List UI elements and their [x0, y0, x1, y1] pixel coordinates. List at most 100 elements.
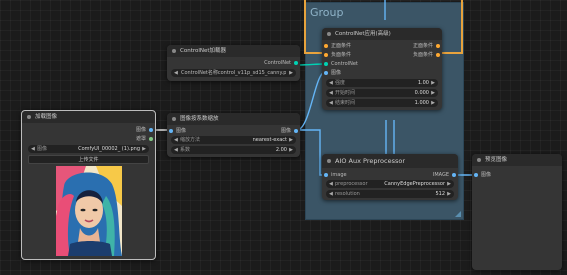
- strength-widget[interactable]: ◀ 强度 1.00 ▶: [326, 79, 438, 87]
- wire-upscale-to-aio: [297, 129, 325, 176]
- input-slot-image[interactable]: [324, 71, 328, 75]
- load-image-node[interactable]: 加载图像 图像 遮罩 ◀ 图像 ComfyUI_00002_ (1).png ▶…: [21, 110, 156, 260]
- upscale-title: 图像按系数缩放: [180, 116, 219, 122]
- collapse-dot-icon[interactable]: [477, 158, 481, 162]
- upscale-title-bar[interactable]: 图像按系数缩放: [167, 113, 300, 125]
- collapse-dot-icon[interactable]: [172, 49, 176, 53]
- resolution-value: 512: [435, 191, 445, 197]
- strength-label: 强度: [335, 80, 346, 86]
- prev-arrow-icon[interactable]: ◀: [31, 145, 35, 153]
- aio-title-bar[interactable]: AIO Aux Preprocessor: [322, 154, 458, 168]
- image-preview: [56, 166, 122, 256]
- preview-title-bar[interactable]: 预览图像: [472, 154, 562, 166]
- load-image-title: 加载图像: [35, 114, 58, 120]
- output-slot-positive[interactable]: [436, 44, 440, 48]
- scale-factor-value: 2.00: [275, 147, 287, 153]
- next-arrow-icon[interactable]: ▶: [447, 180, 451, 188]
- preview-title: 预览图像: [485, 157, 508, 163]
- controlnet-name-value: ControlNet名称control_v11p_sd15_canny.pth: [181, 70, 286, 76]
- controlnet-loader-title: ControlNet加载器: [180, 48, 227, 54]
- input-slot-image[interactable]: [169, 129, 173, 133]
- input-label-controlnet: ControlNet: [331, 61, 358, 67]
- input-label-image: 图像: [331, 70, 342, 76]
- start-time-widget[interactable]: ◀ 开始时间 0.000 ▶: [326, 89, 438, 97]
- increment-arrow-icon[interactable]: ▶: [289, 146, 293, 154]
- input-label-negative: 负面条件: [331, 52, 352, 58]
- controlnet-loader-node[interactable]: ControlNet加载器 ControlNet ◀ ControlNet名称c…: [167, 45, 300, 81]
- decrement-arrow-icon[interactable]: ◀: [329, 89, 333, 97]
- output-label-image: 图像: [135, 127, 146, 133]
- output-label-negative: 负面条件: [412, 52, 433, 58]
- output-slot-mask[interactable]: [149, 137, 153, 141]
- image-select-value: ComfyUI_00002_ (1).png: [78, 146, 140, 152]
- collapse-dot-icon[interactable]: [27, 115, 31, 119]
- input-label-positive: 正面条件: [331, 43, 352, 49]
- input-slot-image[interactable]: [474, 173, 478, 177]
- upload-button[interactable]: 上传文件: [28, 155, 149, 164]
- output-slot-negative[interactable]: [436, 53, 440, 57]
- controlnet-output-slot[interactable]: [294, 61, 298, 65]
- increment-arrow-icon[interactable]: ▶: [431, 79, 435, 87]
- strength-value: 1.00: [417, 80, 429, 86]
- upscale-node[interactable]: 图像按系数缩放 图像 图像 ◀ 缩放方法 nearest-exact ▶ ◀ 系…: [167, 113, 300, 157]
- resolution-widget[interactable]: ◀ resolution 512 ▶: [326, 190, 454, 198]
- image-select[interactable]: ◀ 图像 ComfyUI_00002_ (1).png ▶: [28, 145, 149, 153]
- preprocessor-value: CannyEdgePreprocessor: [384, 181, 445, 187]
- upscale-method-select[interactable]: ◀ 缩放方法 nearest-exact ▶: [171, 136, 296, 144]
- output-label-image: IMAGE: [432, 172, 449, 178]
- output-label-mask: 遮罩: [135, 136, 146, 142]
- input-slot-controlnet[interactable]: [324, 62, 328, 66]
- end-time-value: 1.000: [414, 100, 429, 106]
- output-slot-image[interactable]: [149, 128, 153, 132]
- prev-arrow-icon[interactable]: ◀: [174, 69, 178, 77]
- prev-arrow-icon[interactable]: ◀: [174, 136, 178, 144]
- next-arrow-icon[interactable]: ▶: [289, 136, 293, 144]
- increment-arrow-icon[interactable]: ▶: [431, 99, 435, 107]
- start-time-label: 开始时间: [335, 90, 356, 96]
- output-label-image: 图像: [280, 128, 291, 134]
- input-slot-positive[interactable]: [324, 44, 328, 48]
- controlnet-apply-title-bar[interactable]: ControlNet应用(高级): [322, 28, 442, 40]
- preprocessor-label: preprocessor: [335, 181, 368, 187]
- controlnet-name-select[interactable]: ◀ ControlNet名称control_v11p_sd15_canny.pt…: [171, 69, 296, 77]
- start-time-value: 0.000: [414, 90, 429, 96]
- input-label-image: image: [331, 172, 347, 178]
- next-arrow-icon[interactable]: ▶: [289, 69, 293, 77]
- upscale-method-value: nearest-exact: [252, 137, 287, 143]
- input-slot-image[interactable]: [324, 173, 328, 177]
- aio-preprocessor-node[interactable]: AIO Aux Preprocessor image IMAGE ◀ prepr…: [322, 154, 458, 200]
- decrement-arrow-icon[interactable]: ◀: [329, 99, 333, 107]
- output-label-positive: 正面条件: [412, 43, 433, 49]
- collapse-dot-icon[interactable]: [327, 159, 331, 163]
- prev-arrow-icon[interactable]: ◀: [329, 180, 333, 188]
- end-time-widget[interactable]: ◀ 结束时间 1.000 ▶: [326, 99, 438, 107]
- increment-arrow-icon[interactable]: ▶: [431, 89, 435, 97]
- controlnet-output-label: ControlNet: [264, 60, 291, 66]
- scale-factor-widget[interactable]: ◀ 系数 2.00 ▶: [171, 146, 296, 154]
- decrement-arrow-icon[interactable]: ◀: [329, 190, 333, 198]
- input-slot-negative[interactable]: [324, 53, 328, 57]
- next-arrow-icon[interactable]: ▶: [142, 145, 146, 153]
- output-slot-image[interactable]: [452, 173, 456, 177]
- scale-factor-label: 系数: [180, 147, 191, 153]
- wire-upscale-to-apply: [296, 71, 326, 131]
- collapse-dot-icon[interactable]: [172, 117, 176, 121]
- input-label-image: 图像: [176, 128, 187, 134]
- end-time-label: 结束时间: [335, 100, 356, 106]
- input-label-image: 图像: [481, 172, 492, 178]
- decrement-arrow-icon[interactable]: ◀: [329, 79, 333, 87]
- upscale-method-label: 缩放方法: [180, 137, 201, 143]
- controlnet-apply-node[interactable]: ControlNet应用(高级) 正面条件 负面条件 ControlNet 图像…: [322, 28, 442, 110]
- preview-image-node[interactable]: 预览图像 图像: [472, 154, 562, 270]
- preprocessor-select[interactable]: ◀ preprocessor CannyEdgePreprocessor ▶: [326, 180, 454, 188]
- increment-arrow-icon[interactable]: ▶: [447, 190, 451, 198]
- load-image-title-bar[interactable]: 加载图像: [22, 111, 155, 123]
- aio-title: AIO Aux Preprocessor: [335, 157, 405, 165]
- controlnet-loader-title-bar[interactable]: ControlNet加载器: [167, 45, 300, 57]
- decrement-arrow-icon[interactable]: ◀: [174, 146, 178, 154]
- resolution-label: resolution: [335, 191, 360, 197]
- image-select-label: 图像: [37, 146, 48, 152]
- collapse-dot-icon[interactable]: [327, 32, 331, 36]
- controlnet-apply-title: ControlNet应用(高级): [335, 31, 391, 37]
- output-slot-image[interactable]: [294, 129, 298, 133]
